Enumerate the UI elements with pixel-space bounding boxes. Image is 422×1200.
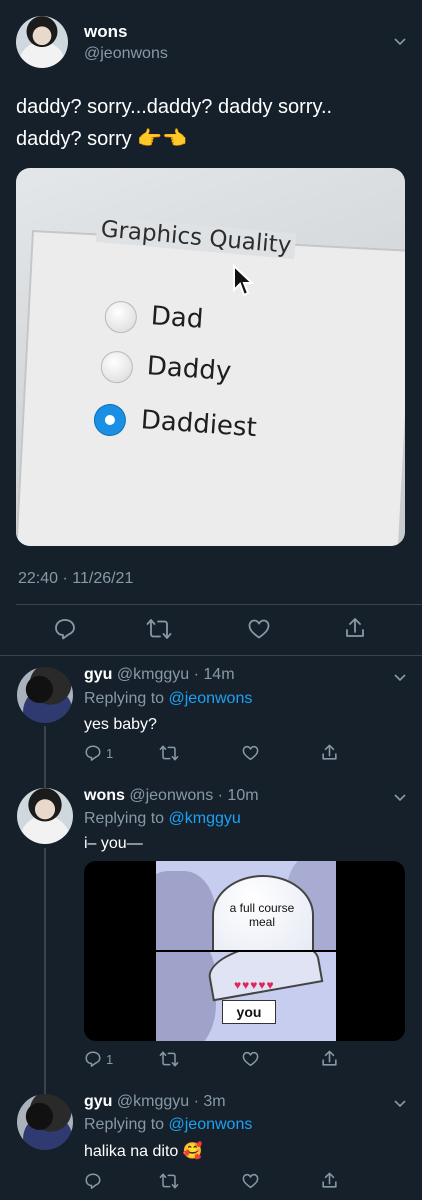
meme-label-top: a full course meal [229,901,295,929]
meme-label-bottom: you [222,1000,276,1024]
reply-image[interactable]: a full course meal ♥♥♥♥♥ you [84,861,405,1041]
reply-icon[interactable] [84,744,102,762]
tweet-text-line-1: daddy? sorry...daddy? daddy sorry.. [16,96,333,118]
like-icon[interactable] [241,1050,260,1068]
author-handle[interactable]: @kmggyu [117,666,189,683]
divider [0,655,422,656]
reply-icon[interactable] [84,1050,102,1068]
avatar[interactable] [17,788,73,844]
tweet-timestamp[interactable]: 22:40 · 11/26/21 [18,570,133,588]
image-panel [16,230,405,546]
share-icon[interactable] [320,1049,339,1068]
retweet-icon[interactable] [159,1172,179,1190]
reply-count: 1 [106,746,114,761]
retweet-icon[interactable] [146,617,172,641]
author-name[interactable]: gyu [84,666,112,683]
avatar[interactable] [16,16,68,68]
chevron-down-icon[interactable] [392,34,408,50]
retweet-icon[interactable] [159,1050,179,1068]
radio-dot [104,414,116,426]
author-name[interactable]: gyu [84,1093,112,1110]
chevron-down-icon[interactable] [392,790,408,806]
share-icon[interactable] [343,616,367,640]
tweet-image[interactable]: Graphics Quality Dad Daddy Daddiest [16,168,405,546]
retweet-icon[interactable] [159,744,179,762]
reply-icon[interactable] [84,1172,102,1190]
share-icon[interactable] [320,743,339,762]
meme-panel-bottom: ♥♥♥♥♥ you [156,952,336,1041]
replying-to-label: Replying to [84,1116,169,1133]
meme-panel-top: a full course meal [156,861,336,950]
chevron-down-icon[interactable] [392,1096,408,1112]
avatar[interactable] [17,1094,73,1150]
tweet-text-line-2: daddy? sorry 👉👈 [16,128,187,150]
reply-text: yes baby? [84,716,157,733]
avatar[interactable] [17,667,73,723]
hearts: ♥♥♥♥♥ [234,978,275,992]
chevron-down-icon[interactable] [392,670,408,686]
author-handle[interactable]: @jeonwons [129,787,213,804]
reply-text: halika na dito 🥰 [84,1143,203,1160]
radio-label: Daddy [145,351,233,388]
replying-to-link[interactable]: @jeonwons [169,1116,253,1133]
reply-time[interactable]: · 14m [194,666,235,683]
divider [16,604,422,605]
radio-label: Dad [149,301,205,335]
author-handle[interactable]: @kmggyu [117,1093,189,1110]
reply-text: i– you— [84,835,143,852]
thread-line [44,848,46,1094]
author-handle[interactable]: @jeonwons [84,45,168,63]
like-icon[interactable] [241,744,260,762]
replying-to-label: Replying to [84,690,169,707]
author-name[interactable]: wons [84,22,127,42]
replying-to-label: Replying to [84,810,169,827]
reply-time[interactable]: · 3m [194,1093,226,1110]
thread-line [44,726,46,788]
reply-icon[interactable] [53,617,77,641]
share-icon[interactable] [320,1171,339,1190]
like-icon[interactable] [241,1172,260,1190]
author-name[interactable]: wons [84,787,125,804]
replying-to-link[interactable]: @jeonwons [169,690,253,707]
replying-to-link[interactable]: @kmggyu [169,810,241,827]
cursor-icon [233,264,255,297]
reply-time[interactable]: · 10m [218,787,259,804]
reply-count: 1 [106,1052,114,1067]
like-icon[interactable] [247,617,271,641]
